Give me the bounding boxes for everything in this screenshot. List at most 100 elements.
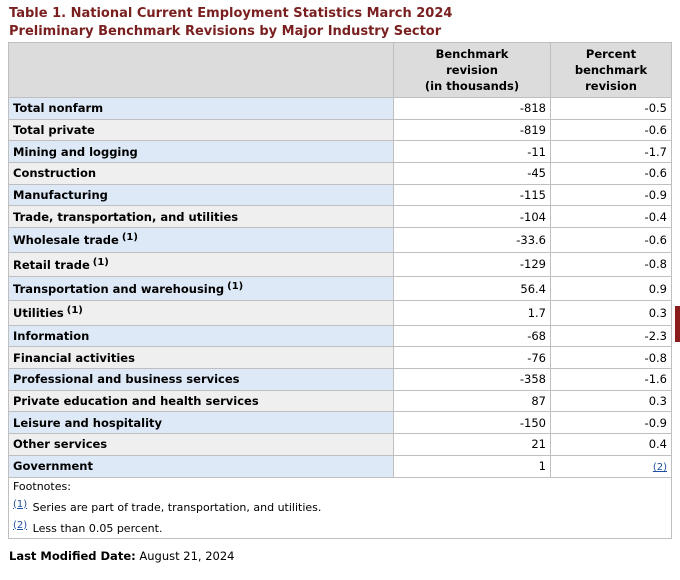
footnote-item: (2) Less than 0.05 percent. [13,517,667,538]
row-label: Government [8,454,394,478]
revision-cell: -11 [393,140,551,164]
footnote-2-link[interactable]: (2) [653,462,667,473]
row-label: Other services [8,433,394,456]
last-modified: Last Modified Date: August 21, 2024 [9,549,235,563]
revision-cell: 87 [393,389,551,413]
percent-cell: -0.8 [550,251,672,277]
row-label: Utilities [13,306,64,321]
header-c1-line: Benchmark [435,47,509,61]
percent-cell: -0.9 [550,183,672,207]
table-caption: Table 1. National Current Employment Sta… [9,5,452,41]
benchmark-revisions-table: Benchmark revision (in thousands) Percen… [8,42,672,539]
percent-cell: -0.8 [550,346,672,370]
revision-cell: -819 [393,118,551,142]
revision-cell: -104 [393,205,551,229]
last-modified-date: August 21, 2024 [139,549,235,563]
revision-cell: -45 [393,162,551,185]
table-row: Information -68 -2.3 [8,324,672,348]
revision-cell: -115 [393,183,551,207]
row-label-cell: Retail trade (1) [8,251,394,277]
footnote-ref: (1) [227,281,244,293]
percent-cell: -2.3 [550,324,672,348]
revision-cell: 1 [393,454,551,478]
percent-cell: -0.9 [550,411,672,435]
row-label: Professional and business services [8,368,394,391]
percent-cell: -0.6 [550,227,672,253]
percent-cell: 0.9 [550,275,672,302]
table-row: Utilities (1) 1.7 0.3 [8,300,672,326]
row-label: Information [8,324,394,348]
percent-cell: -0.6 [550,162,672,185]
header-benchmark-revision: Benchmark revision (in thousands) [393,42,551,98]
table-row: Transportation and warehousing (1) 56.4 0… [8,275,672,302]
footnote-text: Less than 0.05 percent. [32,521,163,535]
revision-cell: -68 [393,324,551,348]
table-row: Government 1 (2) [8,454,672,478]
table-row: Construction -45 -0.6 [8,162,672,185]
percent-cell: 0.4 [550,433,672,456]
row-label: Manufacturing [8,183,394,207]
table-row: Manufacturing -115 -0.9 [8,183,672,207]
percent-cell: -0.4 [550,205,672,229]
footnote-1-anchor[interactable]: (1) [13,499,27,510]
footnote-ref: (1) [92,256,109,268]
row-label-cell: Utilities (1) [8,300,394,326]
revision-cell: -129 [393,251,551,277]
row-label: Retail trade [13,257,90,272]
table-row: Financial activities -76 -0.8 [8,346,672,370]
row-label: Transportation and warehousing [13,282,225,297]
table-row: Other services 21 0.4 [8,433,672,456]
percent-cell: (2) [550,454,672,478]
header-c1-line: revision [446,63,498,77]
table-header-row: Benchmark revision (in thousands) Percen… [8,42,672,98]
stub-header [8,42,394,98]
percent-cell: -0.6 [550,118,672,142]
table-row: Leisure and hospitality -150 -0.9 [8,411,672,435]
percent-cell: 0.3 [550,389,672,413]
table-row: Total private -819 -0.6 [8,118,672,142]
revision-cell: -76 [393,346,551,370]
table-row: Retail trade (1) -129 -0.8 [8,251,672,277]
percent-cell: -1.7 [550,140,672,164]
footnote-item: (1) Series are part of trade, transporta… [13,496,667,517]
revision-cell: -150 [393,411,551,435]
row-label-cell: Transportation and warehousing (1) [8,275,394,302]
row-label: Mining and logging [8,140,394,164]
revision-cell: 21 [393,433,551,456]
footnote-text: Series are part of trade, transportation… [32,500,322,514]
table-row: Wholesale trade (1) -33.6 -0.6 [8,227,672,253]
footnotes-row: Footnotes: (1) Series are part of trade,… [8,476,672,539]
caption-line-2: Preliminary Benchmark Revisions by Major… [9,24,442,39]
revision-cell: -33.6 [393,227,551,253]
row-label: Trade, transportation, and utilities [8,205,394,229]
row-label: Private education and health services [8,389,394,413]
footnote-2-anchor[interactable]: (2) [13,520,27,531]
header-c2-line: benchmark [574,63,648,77]
revision-cell: -818 [393,97,551,120]
footnotes-title: Footnotes: [13,479,71,493]
footnotes-cell: Footnotes: (1) Series are part of trade,… [8,476,672,539]
revision-cell: -358 [393,368,551,391]
caption-line-1: Table 1. National Current Employment Sta… [9,6,453,21]
feedback-tab[interactable] [675,306,680,342]
row-label: Total private [8,118,394,142]
percent-cell: -1.6 [550,368,672,391]
revision-cell: 56.4 [393,275,551,302]
footnote-ref: (1) [121,232,138,244]
table-row: Total nonfarm -818 -0.5 [8,97,672,120]
table-row: Private education and health services 87… [8,389,672,413]
header-percent-revision: Percent benchmark revision [550,42,672,98]
table-row: Mining and logging -11 -1.7 [8,140,672,164]
table-row: Professional and business services -358 … [8,368,672,391]
row-label: Wholesale trade [13,233,119,248]
last-modified-label: Last Modified Date: [9,549,136,563]
row-label: Leisure and hospitality [8,411,394,435]
table-row: Trade, transportation, and utilities -10… [8,205,672,229]
header-c1-line: (in thousands) [424,79,520,93]
header-c2-line: Percent [585,47,637,61]
revision-cell: 1.7 [393,300,551,326]
row-label: Construction [8,162,394,185]
row-label: Financial activities [8,346,394,370]
footnote-ref: (1) [66,305,83,317]
percent-cell: -0.5 [550,97,672,120]
